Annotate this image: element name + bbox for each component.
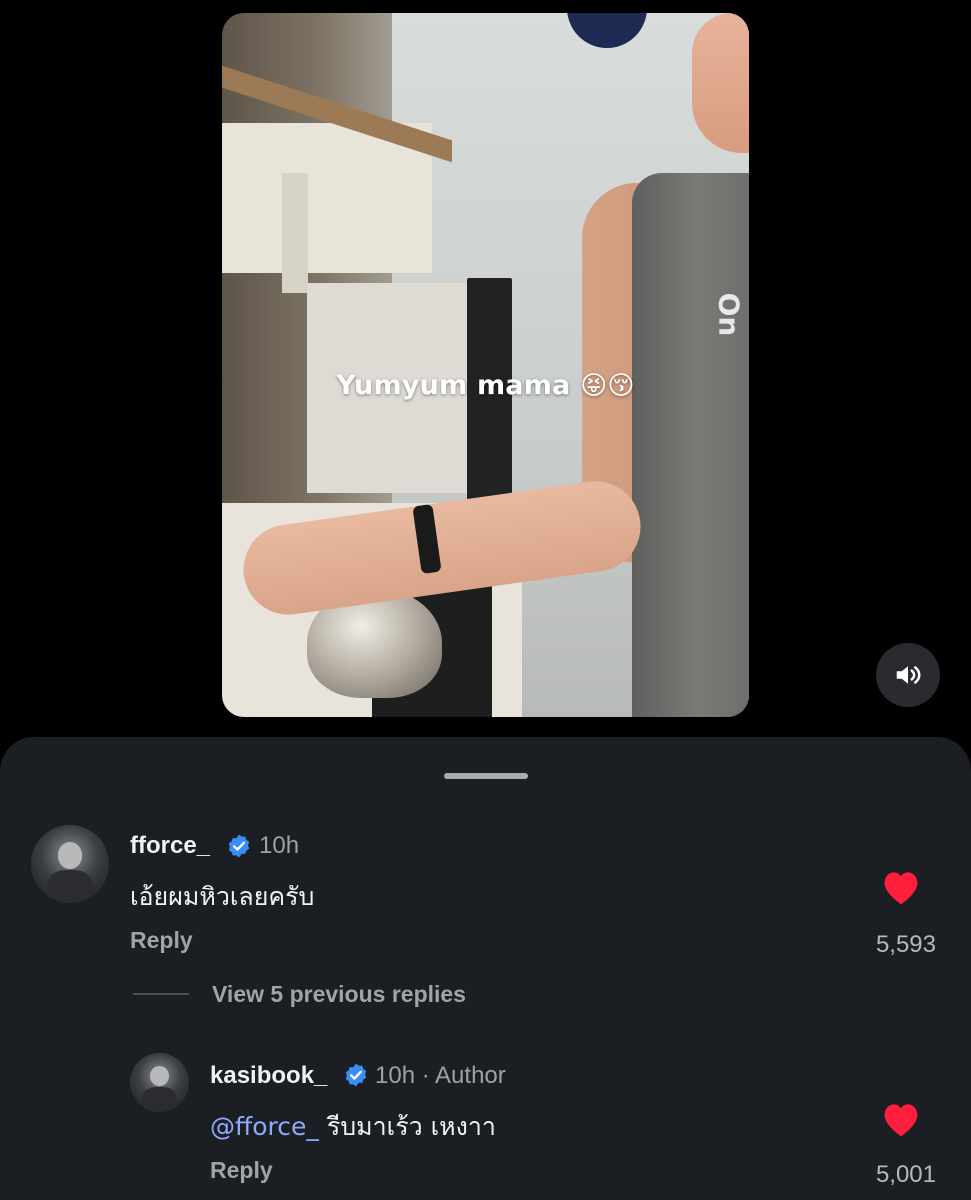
shirt-logo: On: [712, 292, 746, 337]
heart-icon[interactable]: [880, 868, 922, 906]
comments-sheet: fforce_ 10h เอ้ยผมหิวเลยครับ Reply 5,593…: [0, 737, 971, 1200]
story-video[interactable]: On Yumyum mama 😝😚: [222, 13, 749, 717]
sheet-drag-handle[interactable]: [444, 773, 528, 779]
like-count: 5,593: [875, 931, 936, 958]
video-person-tank-top: [632, 173, 749, 717]
reply-button[interactable]: Reply: [130, 927, 193, 954]
comment-username[interactable]: fforce_: [130, 832, 210, 860]
video-person-face: [692, 13, 749, 153]
reply-button[interactable]: Reply: [210, 1157, 273, 1184]
avatar[interactable]: [130, 1053, 189, 1112]
mention-link[interactable]: @fforce_: [210, 1112, 319, 1141]
comment-text: @fforce_ รีบมาเร้ว เหงาา: [210, 1107, 496, 1147]
verified-badge-icon: [228, 834, 250, 858]
comment-text: เอ้ยผมหิวเลยครับ: [130, 882, 315, 911]
caption-text: Yumyum mama: [336, 370, 571, 401]
avatar[interactable]: [31, 825, 109, 903]
view-previous-replies-button[interactable]: View 5 previous replies: [212, 981, 466, 1008]
like-count: 5,001: [875, 1161, 936, 1188]
sound-toggle-button[interactable]: [876, 643, 940, 707]
story-caption: Yumyum mama 😝😚: [222, 370, 749, 401]
thread-divider: [133, 993, 189, 995]
comment-username[interactable]: kasibook_: [210, 1062, 327, 1090]
heart-icon[interactable]: [880, 1100, 922, 1138]
verified-badge-icon: [345, 1063, 367, 1087]
comment-time: 10h: [259, 832, 300, 859]
tongue-out-emoji-icon: 😝: [580, 371, 608, 401]
comment-time: 10h · Author: [375, 1062, 506, 1089]
comment-text-body: รีบมาเร้ว เหงาา: [326, 1112, 496, 1141]
kissing-cat-emoji-icon: 😚: [607, 371, 635, 401]
speaker-icon: [896, 666, 921, 684]
video-bracket: [282, 173, 308, 293]
